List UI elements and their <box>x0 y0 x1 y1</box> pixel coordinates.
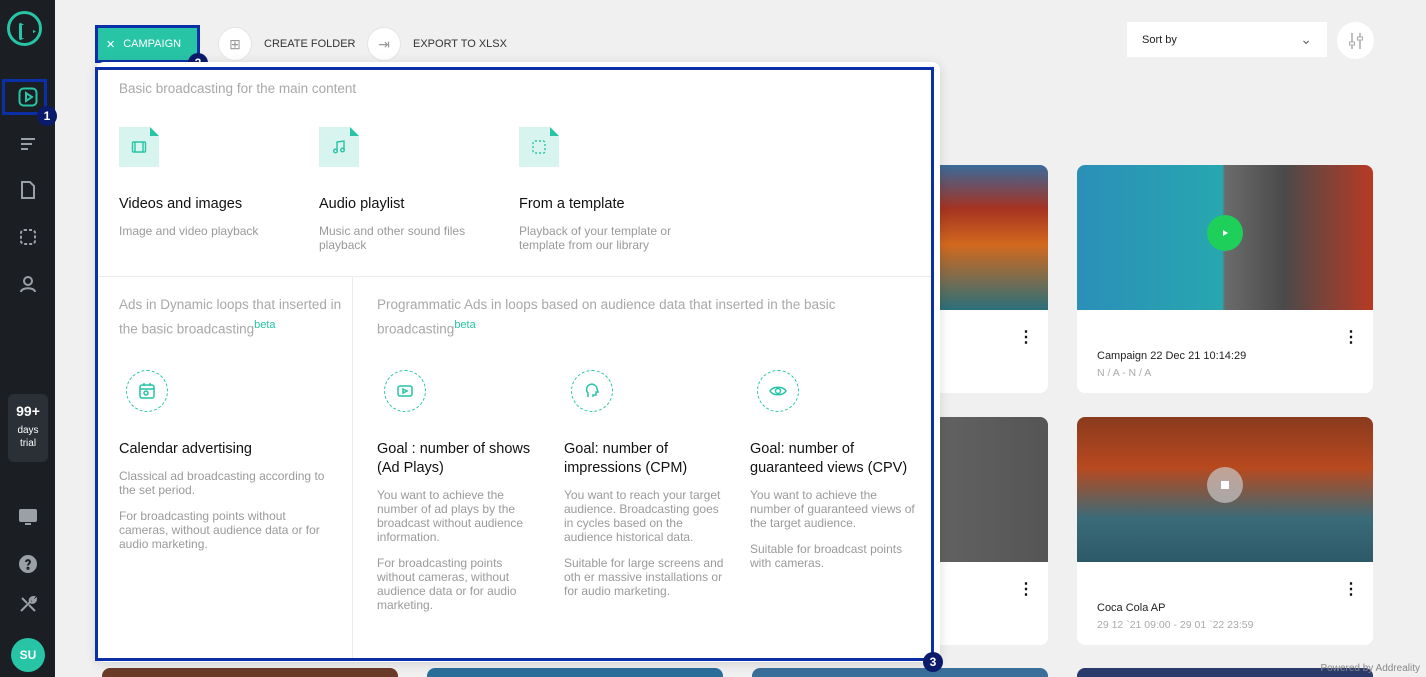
user-icon <box>19 276 36 293</box>
export-xlsx-button[interactable]: ⇥ EXPORT TO XLSX <box>367 27 507 61</box>
chevron-down-icon: ⌄ <box>1300 31 1312 47</box>
card-title: Coca Cola AP <box>1097 602 1166 614</box>
campaign-card[interactable] <box>752 668 1048 677</box>
create-folder-label: CREATE FOLDER <box>264 38 356 50</box>
more-menu-icon[interactable]: ⋮ <box>1018 327 1034 347</box>
nav-screens[interactable] <box>0 499 55 535</box>
export-label: EXPORT TO XLSX <box>413 38 507 50</box>
template-icon <box>19 229 36 245</box>
powered-by: Powered by Addreality <box>1320 663 1420 674</box>
document-icon <box>20 181 35 199</box>
sliders-icon <box>1348 32 1363 49</box>
campaign-card[interactable]: ⋮ Campaign 22 Dec 21 10:14:29 N / A - N … <box>1077 165 1373 393</box>
sort-select[interactable]: Sort by ⌄ <box>1127 22 1327 57</box>
nav-templates[interactable] <box>0 219 55 255</box>
folder-add-icon: ⊞ <box>218 27 252 61</box>
export-icon: ⇥ <box>367 27 401 61</box>
campaign-card[interactable]: ⋮ Coca Cola AP 29 12 `21 09:00 - 29 01 `… <box>1077 417 1373 645</box>
more-menu-icon[interactable]: ⋮ <box>1343 327 1359 347</box>
trial-label: trial <box>19 438 37 449</box>
help-icon <box>18 555 37 573</box>
card-dates: N / A - N / A <box>1097 367 1152 379</box>
stop-icon[interactable] <box>1207 467 1243 503</box>
play-icon[interactable] <box>1207 215 1243 251</box>
annotation-badge-1: 1 <box>37 106 57 126</box>
monitor-icon <box>18 509 37 525</box>
card-dates: 29 12 `21 09:00 - 29 01 `22 23:59 <box>1097 619 1254 631</box>
nav-playlists[interactable] <box>0 126 55 162</box>
more-menu-icon[interactable]: ⋮ <box>1343 579 1359 599</box>
playlist-icon <box>20 138 35 150</box>
trial-badge[interactable]: 99+ days trial <box>8 394 48 462</box>
nav-content[interactable] <box>0 172 55 208</box>
card-title: Campaign 22 Dec 21 10:14:29 <box>1097 350 1247 362</box>
tools-icon <box>19 595 37 612</box>
campaign-card[interactable] <box>102 668 398 677</box>
nav-settings[interactable] <box>0 586 55 622</box>
highlight-box-2 <box>95 25 200 63</box>
campaign-card[interactable] <box>427 668 723 677</box>
trial-days-count: 99+ <box>16 403 40 419</box>
nav-help[interactable] <box>0 546 55 582</box>
filter-button[interactable] <box>1337 22 1374 59</box>
annotation-badge-3: 3 <box>923 652 943 672</box>
highlight-box-3 <box>95 67 934 661</box>
trial-days-label: days <box>17 425 39 436</box>
more-menu-icon[interactable]: ⋮ <box>1018 579 1034 599</box>
avatar[interactable]: SU <box>11 638 45 672</box>
create-folder-button[interactable]: ⊞ CREATE FOLDER <box>218 27 355 61</box>
sort-label: Sort by <box>1142 33 1177 46</box>
nav-users[interactable] <box>0 266 55 302</box>
logo-icon[interactable] <box>7 11 42 46</box>
